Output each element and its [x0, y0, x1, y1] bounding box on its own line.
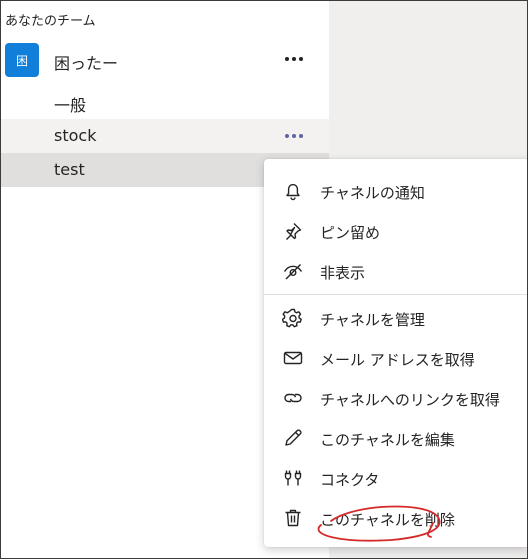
menu-item-connectors[interactable]: コネクタ	[264, 458, 527, 498]
menu-item-label: チャネルへのリンクを取得	[320, 391, 500, 409]
pin-icon	[282, 220, 304, 242]
menu-item-label: チャネルを管理	[320, 311, 425, 329]
menu-item-pin[interactable]: ピン留め	[264, 211, 527, 251]
menu-item-label: チャネルの通知	[320, 184, 425, 202]
menu-item-manage-channel[interactable]: チャネルを管理	[264, 298, 527, 338]
pencil-icon	[282, 427, 304, 449]
link-icon	[282, 387, 304, 409]
app-window: あなたのチーム 困 困ったー 一般 stock test チャネルの通知 ピン留…	[0, 0, 528, 559]
menu-item-get-channel-link[interactable]: チャネルへのリンクを取得	[264, 378, 527, 418]
channel-item-general[interactable]: 一般	[1, 85, 329, 119]
channel-context-menu: チャネルの通知 ピン留め 非表示 チャネルを管理 メール アドレスを取得 チャネ…	[264, 159, 527, 547]
menu-item-label: 非表示	[320, 264, 366, 282]
gear-icon	[281, 307, 304, 329]
mail-icon	[282, 347, 304, 369]
channel-label: stock	[54, 126, 97, 145]
menu-item-label: ピン留め	[320, 224, 381, 242]
channel-label: test	[54, 160, 85, 179]
menu-item-get-email-address[interactable]: メール アドレスを取得	[264, 338, 527, 378]
team-avatar: 困	[5, 43, 39, 77]
menu-item-label: このチャネルを編集	[320, 431, 455, 449]
menu-item-channel-notifications[interactable]: チャネルの通知	[264, 171, 527, 211]
channel-item-stock[interactable]: stock	[1, 119, 329, 153]
more-dots-icon	[285, 57, 303, 61]
menu-item-label: コネクタ	[320, 471, 380, 489]
bell-icon	[282, 180, 304, 202]
menu-item-label: メール アドレスを取得	[320, 351, 475, 369]
eye-off-icon	[282, 260, 304, 282]
team-more-options-button[interactable]	[279, 44, 309, 74]
channel-label: 一般	[54, 96, 87, 115]
more-dots-icon	[285, 134, 303, 138]
menu-divider	[264, 294, 527, 295]
channel-more-options-button[interactable]	[279, 121, 309, 151]
team-item[interactable]: 困 困ったー	[1, 41, 329, 79]
menu-item-hide[interactable]: 非表示	[264, 251, 527, 291]
section-header: あなたのチーム	[5, 14, 96, 29]
trash-icon	[282, 507, 304, 529]
menu-item-label: このチャネルを削除	[320, 511, 455, 529]
connector-icon	[282, 467, 304, 489]
menu-item-delete-channel[interactable]: このチャネルを削除	[264, 498, 527, 538]
team-name: 困ったー	[54, 54, 119, 73]
menu-item-edit-channel[interactable]: このチャネルを編集	[264, 418, 527, 458]
